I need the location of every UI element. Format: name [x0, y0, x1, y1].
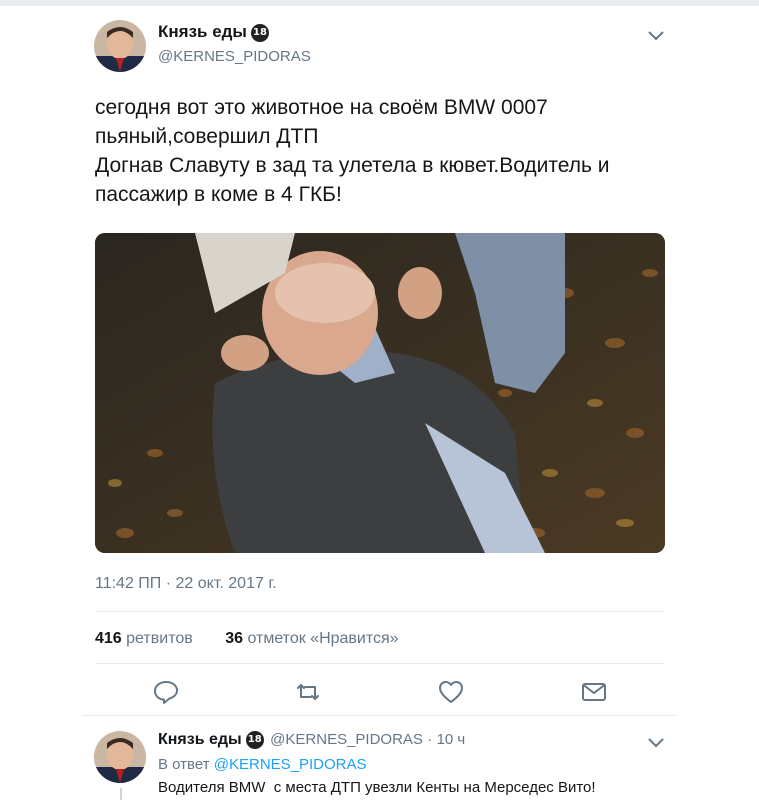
age-18-badge: 18 — [245, 731, 264, 749]
likes-count: 36 — [225, 630, 243, 647]
reply-icon[interactable] — [152, 678, 180, 706]
author-name[interactable]: Князь еды — [158, 22, 247, 41]
retweets-count: 416 — [95, 630, 122, 647]
tweet-text-line: пассажир в коме в 4 ГКБ! — [95, 183, 342, 206]
reply-to-line: В ответ @KERNES_PIDORAS — [158, 756, 367, 773]
reply-author-handle[interactable]: @KERNES_PIDORAS — [270, 731, 423, 748]
tweet-text-line: пьяный,совершил ДТП — [95, 125, 319, 148]
retweets-label: ретвитов — [126, 630, 193, 647]
envelope-icon[interactable] — [580, 678, 608, 706]
chevron-down-icon[interactable] — [645, 731, 667, 753]
tweet-photo[interactable] — [95, 233, 665, 553]
reply-time[interactable]: · 10 ч — [427, 731, 465, 748]
tweet-timestamp[interactable]: 11:42 ПП · 22 окт. 2017 г. — [95, 575, 277, 593]
author-handle[interactable]: @KERNES_PIDORAS — [158, 48, 311, 65]
reply-to-handle[interactable]: @KERNES_PIDORAS — [214, 756, 367, 773]
retweet-icon[interactable] — [294, 678, 322, 706]
divider — [95, 611, 665, 612]
divider — [82, 715, 676, 716]
reply-author-avatar[interactable] — [94, 731, 146, 783]
author-avatar[interactable] — [94, 20, 146, 72]
top-divider — [0, 0, 759, 6]
likes-label: отметок «Нравится» — [247, 630, 399, 647]
retweets-stat[interactable]: 416 ретвитов — [95, 630, 193, 647]
author-name-row: Князь еды 18 — [158, 22, 269, 42]
tweet-stats: 416 ретвитов 36 отметок «Нравится» — [95, 630, 399, 648]
tweet-text-line: Догнав Славуту в зад та улетела в кювет.… — [95, 154, 610, 177]
thread-line — [120, 788, 122, 800]
chevron-down-icon[interactable] — [645, 24, 667, 46]
heart-icon[interactable] — [437, 678, 465, 706]
tweet-text-line: сегодня вот это животное на своём BMW 00… — [95, 96, 548, 119]
tweet-text: сегодня вот это животное на своём BMW 00… — [95, 93, 695, 209]
divider — [95, 663, 665, 664]
reply-text: Водителя BMW с места ДТП увезли Кенты на… — [158, 779, 596, 796]
reply-to-prefix: В ответ — [158, 756, 210, 773]
likes-stat[interactable]: 36 отметок «Нравится» — [225, 630, 398, 647]
reply-author-name[interactable]: Князь еды — [158, 731, 242, 748]
age-18-badge: 18 — [250, 23, 269, 42]
reply-header: Князь еды 18 @KERNES_PIDORAS · 10 ч — [158, 731, 465, 749]
